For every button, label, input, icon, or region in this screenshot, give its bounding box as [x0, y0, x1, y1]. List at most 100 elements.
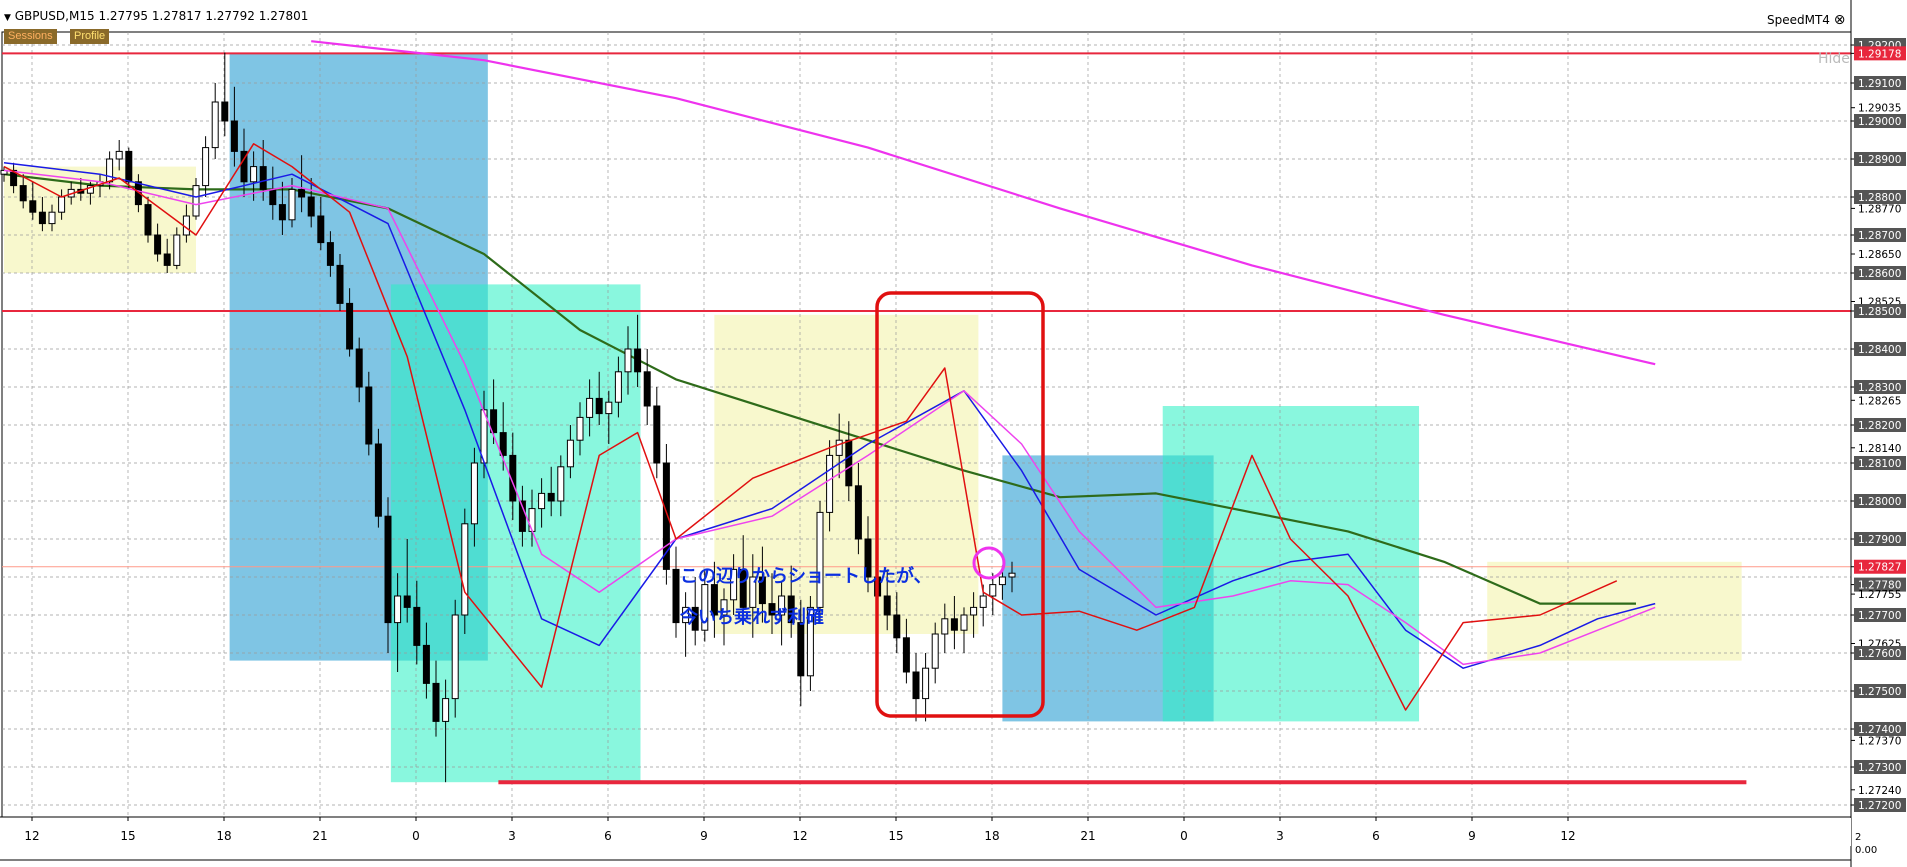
- candle-up: [557, 466, 565, 502]
- candle-up: [931, 633, 939, 669]
- time-axis-label: 18: [216, 829, 231, 843]
- price-axis-label: 1.29000: [1858, 116, 1901, 128]
- price-axis-label: 1.27755: [1858, 589, 1901, 601]
- ohlc-values: 1.27795 1.27817 1.27792 1.27801: [98, 9, 309, 23]
- price-axis-label: 1.29178: [1858, 48, 1901, 60]
- candle-down: [547, 492, 555, 502]
- candle-up: [202, 147, 210, 187]
- time-axis-label: 9: [700, 829, 708, 843]
- candle-down: [259, 166, 267, 190]
- price-axis-label: 1.28700: [1858, 230, 1901, 242]
- candle-up: [211, 101, 219, 149]
- time-axis-label: 15: [120, 829, 135, 843]
- price-axis-label: 1.28650: [1858, 249, 1901, 261]
- close-circle-icon[interactable]: ⊗: [1834, 12, 1846, 28]
- candle-up: [566, 439, 574, 468]
- candle-down: [336, 264, 344, 304]
- candle-down: [278, 204, 286, 221]
- candle-up: [1008, 572, 1016, 578]
- candle-up: [442, 698, 450, 722]
- subpanel-label: 0.00: [1855, 845, 1877, 856]
- price-axis-label: 1.28300: [1858, 382, 1901, 394]
- price-axis-label: 1.28770: [1858, 203, 1901, 215]
- candle-down: [269, 188, 277, 206]
- time-axis-label: 0: [1180, 829, 1188, 843]
- candle-up: [614, 371, 622, 403]
- candle-down: [38, 211, 46, 225]
- price-axis-label: 1.27700: [1858, 610, 1901, 622]
- candle-down: [19, 185, 27, 202]
- chart-header: ▼ GBPUSD,M15 1.27795 1.27817 1.27792 1.2…: [4, 9, 308, 23]
- indicator-label: SpeedMT4 ⊗: [1767, 12, 1846, 28]
- candle-down: [403, 595, 411, 608]
- price-axis-label: 1.28265: [1858, 395, 1901, 407]
- price-chart[interactable]: 1.292001.291781.291001.290351.290001.289…: [0, 0, 1907, 867]
- candle-up: [58, 196, 66, 213]
- candle-down: [653, 405, 661, 464]
- candle-up: [835, 439, 843, 456]
- candle-up: [586, 397, 594, 418]
- candle-down: [365, 386, 373, 445]
- candle-down: [355, 348, 363, 388]
- candle-up: [394, 595, 402, 624]
- candle-down: [298, 188, 306, 198]
- candle-up: [960, 614, 968, 631]
- price-axis-label: 1.28200: [1858, 420, 1901, 432]
- candle-up: [173, 234, 181, 266]
- time-axis-label: 21: [312, 829, 327, 843]
- candle-down: [125, 150, 133, 183]
- candle-up: [470, 462, 478, 525]
- candle-up: [250, 166, 258, 183]
- candle-down: [163, 253, 171, 266]
- candle-down: [374, 443, 382, 517]
- price-axis-label: 1.27200: [1858, 800, 1901, 812]
- time-axis-label: 9: [1468, 829, 1476, 843]
- price-axis-label: 1.28000: [1858, 496, 1901, 508]
- profile-button[interactable]: Profile: [70, 29, 110, 44]
- session-box-asia: [1487, 561, 1742, 661]
- candle-down: [902, 637, 910, 673]
- candle-down: [845, 439, 853, 487]
- time-axis-label: 3: [508, 829, 516, 843]
- candle-down: [432, 682, 440, 722]
- sessions-button[interactable]: Sessions: [4, 29, 57, 44]
- candle-up: [48, 211, 56, 225]
- candle-down: [221, 101, 229, 122]
- subpanel-label: 2: [1855, 832, 1861, 843]
- candle-up: [192, 185, 200, 217]
- candle-up: [538, 492, 546, 510]
- candle-up: [451, 614, 459, 700]
- price-axis-label: 1.27400: [1858, 724, 1901, 736]
- candle-up: [998, 576, 1006, 586]
- price-axis-label: 1.27500: [1858, 686, 1901, 698]
- candle-down: [422, 644, 430, 684]
- candle-up: [106, 158, 114, 183]
- candle-down: [346, 302, 354, 350]
- candle-down: [883, 595, 891, 616]
- dropdown-triangle-icon[interactable]: ▼: [4, 13, 11, 23]
- candle-down: [230, 120, 238, 152]
- time-axis-label: 6: [604, 829, 612, 843]
- price-axis-label: 1.29100: [1858, 78, 1901, 90]
- candle-down: [307, 196, 315, 217]
- time-axis-label: 12: [1560, 829, 1575, 843]
- candle-up: [576, 416, 584, 441]
- session-box-newyork: [390, 284, 641, 783]
- candle-up: [528, 508, 536, 532]
- price-axis-label: 1.28800: [1858, 192, 1901, 204]
- candle-down: [317, 215, 325, 244]
- candle-up: [979, 595, 987, 608]
- candle-up: [115, 150, 123, 160]
- time-axis-label: 15: [888, 829, 903, 843]
- chart-window[interactable]: 1.29200 1.29178 1.29100 1.29035 1.29000 1.289…: [0, 0, 1907, 867]
- price-axis-label: 1.28100: [1858, 458, 1901, 470]
- candle-down: [797, 622, 805, 677]
- price-axis-label: 1.28140: [1858, 443, 1901, 455]
- candle-up: [922, 667, 930, 700]
- candle-down: [643, 371, 651, 407]
- time-axis-label: 18: [984, 829, 999, 843]
- candle-up: [816, 511, 824, 608]
- candle-down: [950, 618, 958, 631]
- price-axis-label: 1.28400: [1858, 344, 1901, 356]
- hide-label[interactable]: Hide: [1818, 51, 1850, 67]
